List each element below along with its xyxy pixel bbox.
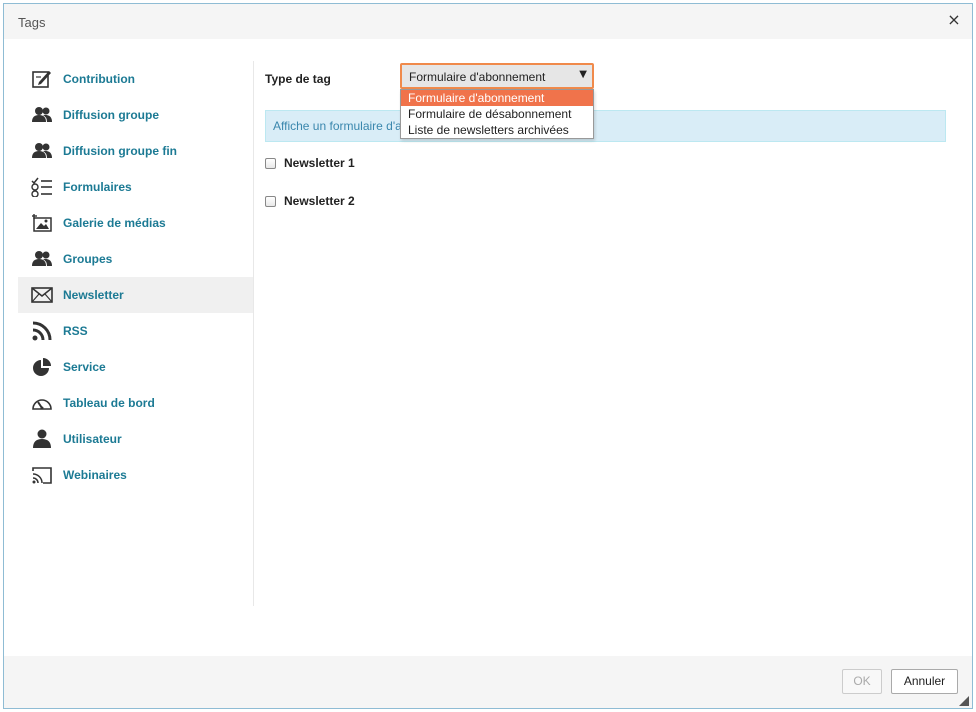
sidebar-item-label: Service xyxy=(63,360,106,374)
sidebar-item-label: Diffusion groupe xyxy=(63,108,159,122)
tag-category-sidebar: Contribution Diffusion groupe Diffusion … xyxy=(18,61,254,493)
tag-description-text: Affiche un formulaire d'a xyxy=(273,119,402,133)
sidebar-item-groupes[interactable]: Groupes xyxy=(18,241,254,277)
sidebar-item-label: Formulaires xyxy=(63,180,132,194)
sidebar-item-galerie-de-medias[interactable]: Galerie de médias xyxy=(18,205,254,241)
users-icon xyxy=(31,249,53,269)
sidebar-item-label: Galerie de médias xyxy=(63,216,166,230)
newsletter-label[interactable]: Newsletter 2 xyxy=(284,194,355,208)
tags-dialog: Tags × Contribution Diffusion groupe Dif… xyxy=(3,3,973,709)
sidebar-item-label: Webinaires xyxy=(63,468,127,482)
newsletter-label[interactable]: Newsletter 1 xyxy=(284,156,355,170)
sidebar-divider xyxy=(253,61,254,606)
newsletter-row: Newsletter 1 xyxy=(265,155,355,171)
sidebar-item-label: Utilisateur xyxy=(63,432,122,446)
envelope-icon xyxy=(31,285,53,305)
tag-type-select-value: Formulaire d'abonnement xyxy=(409,70,546,84)
media-gallery-icon xyxy=(31,213,53,233)
tag-type-select[interactable]: Formulaire d'abonnement ▼ xyxy=(400,63,594,89)
sidebar-item-label: Tableau de bord xyxy=(63,396,155,410)
sidebar-item-diffusion-groupe[interactable]: Diffusion groupe xyxy=(18,97,254,133)
dialog-footer: OK Annuler xyxy=(4,656,972,708)
dashboard-gauge-icon xyxy=(31,393,53,413)
rss-icon xyxy=(31,321,53,341)
user-icon xyxy=(31,429,53,449)
sidebar-item-label: Contribution xyxy=(63,72,135,86)
dialog-titlebar: Tags × xyxy=(4,4,972,39)
resize-grip-icon[interactable] xyxy=(959,695,969,706)
newsletter-checkbox[interactable] xyxy=(265,195,276,207)
sidebar-item-service[interactable]: Service xyxy=(18,349,254,385)
users-icon xyxy=(31,105,53,125)
dropdown-option[interactable]: Liste de newsletters archivées xyxy=(401,122,593,138)
sidebar-item-utilisateur[interactable]: Utilisateur xyxy=(18,421,254,457)
users-icon xyxy=(31,141,53,161)
sidebar-item-diffusion-groupe-fin[interactable]: Diffusion groupe fin xyxy=(18,133,254,169)
pie-chart-icon xyxy=(31,357,53,377)
cancel-button[interactable]: Annuler xyxy=(891,669,958,694)
sidebar-item-label: Newsletter xyxy=(63,288,124,302)
sidebar-item-label: Diffusion groupe fin xyxy=(63,144,177,158)
sidebar-item-formulaires[interactable]: Formulaires xyxy=(18,169,254,205)
sidebar-item-contribution[interactable]: Contribution xyxy=(18,61,254,97)
ok-button[interactable]: OK xyxy=(842,669,882,694)
dropdown-option[interactable]: Formulaire d'abonnement xyxy=(401,90,593,106)
tag-description-info: Affiche un formulaire d'a xyxy=(265,110,946,142)
close-icon[interactable]: × xyxy=(946,12,962,28)
cast-icon xyxy=(31,465,53,485)
form-list-icon xyxy=(31,177,53,197)
dropdown-option[interactable]: Formulaire de désabonnement xyxy=(401,106,593,122)
sidebar-item-webinaires[interactable]: Webinaires xyxy=(18,457,254,493)
sidebar-item-newsletter[interactable]: Newsletter xyxy=(18,277,254,313)
sidebar-item-tableau-de-bord[interactable]: Tableau de bord xyxy=(18,385,254,421)
tag-type-label: Type de tag xyxy=(265,72,331,86)
chevron-down-icon: ▼ xyxy=(579,69,587,80)
tag-type-dropdown: Formulaire d'abonnement Formulaire de dé… xyxy=(400,89,594,139)
edit-icon xyxy=(31,69,53,89)
sidebar-item-label: RSS xyxy=(63,324,88,338)
sidebar-item-label: Groupes xyxy=(63,252,113,266)
newsletter-row: Newsletter 2 xyxy=(265,193,355,209)
sidebar-item-rss[interactable]: RSS xyxy=(18,313,254,349)
dialog-title: Tags xyxy=(18,15,46,30)
newsletter-checkbox[interactable] xyxy=(265,157,276,169)
